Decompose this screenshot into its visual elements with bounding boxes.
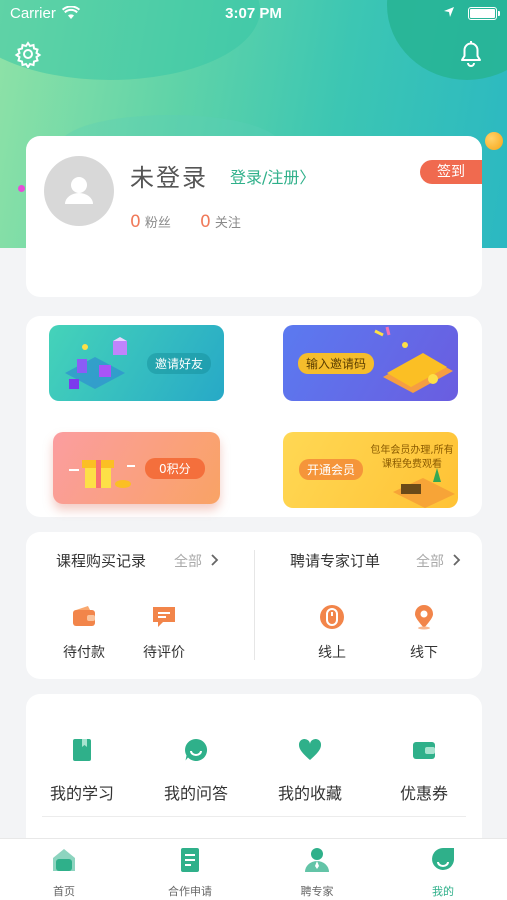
course-view-all-link[interactable]: 全部 bbox=[174, 551, 220, 571]
coupons-label: 优惠券 bbox=[399, 784, 448, 803]
enter-invite-code-banner[interactable]: 输入邀请码 bbox=[283, 325, 458, 401]
online-label: 线上 bbox=[318, 645, 346, 661]
comment-icon bbox=[153, 607, 175, 627]
open-membership-label: 开通会员 bbox=[299, 459, 364, 480]
my-learning-item[interactable]: 我的学习 bbox=[34, 738, 130, 804]
enter-invite-code-label: 输入邀请码 bbox=[298, 353, 375, 374]
login-register-link[interactable]: 登录/注册〉 bbox=[230, 164, 315, 188]
offline-item[interactable]: 线下 bbox=[394, 604, 454, 662]
battery-icon bbox=[468, 7, 500, 20]
fans-stat[interactable]: 0 粉丝 bbox=[130, 212, 171, 232]
document-icon bbox=[181, 848, 199, 872]
invite-friends-label: 邀请好友 bbox=[147, 353, 212, 374]
clock: 3:07 PM bbox=[225, 5, 282, 22]
coupons-item[interactable]: 优惠券 bbox=[376, 738, 472, 804]
username-label: 未登录 bbox=[130, 164, 208, 192]
location-arrow-icon bbox=[444, 7, 454, 17]
my-learning-label: 我的学习 bbox=[49, 784, 114, 803]
my-favorites-item[interactable]: 我的收藏 bbox=[262, 738, 358, 804]
my-features-card: 我的学习 我的问答 我的收藏 优惠券 bbox=[26, 694, 482, 854]
coupon-icon bbox=[413, 742, 435, 759]
online-item[interactable]: 线上 bbox=[302, 604, 362, 662]
offline-label: 线下 bbox=[410, 645, 438, 661]
location-pin-icon bbox=[415, 605, 433, 630]
membership-description: 包年会员办理,所有课程免费观看 bbox=[370, 445, 454, 470]
chat-icon bbox=[185, 738, 208, 761]
course-purchase-title: 课程购买记录 bbox=[56, 552, 147, 570]
pending-review-label: 待评价 bbox=[143, 645, 185, 661]
open-membership-banner[interactable]: 开通会员 包年会员办理,所有课程免费观看 bbox=[283, 432, 458, 508]
pending-payment-item[interactable]: 待付款 bbox=[54, 604, 114, 662]
decorative-dot bbox=[485, 132, 503, 150]
following-count: 0 bbox=[200, 212, 211, 232]
settings-gear-icon[interactable] bbox=[14, 40, 42, 68]
tab-profile[interactable]: 我的 bbox=[398, 847, 488, 899]
fans-label: 粉丝 bbox=[144, 216, 171, 231]
book-icon bbox=[73, 739, 91, 761]
expert-icon bbox=[305, 848, 329, 872]
gift-box-icon bbox=[69, 460, 135, 488]
tab-hire-expert[interactable]: 聘专家 bbox=[272, 847, 362, 899]
my-qa-item[interactable]: 我的问答 bbox=[148, 738, 244, 804]
points-label: 0积分 bbox=[145, 458, 205, 479]
chevron-right-icon bbox=[453, 554, 461, 566]
tab-profile-label: 我的 bbox=[432, 885, 454, 898]
wallet-icon bbox=[73, 606, 95, 626]
home-icon bbox=[53, 849, 75, 871]
heart-icon bbox=[298, 738, 322, 760]
tab-hire-expert-label: 聘专家 bbox=[300, 885, 334, 898]
tab-home[interactable]: 首页 bbox=[19, 847, 109, 899]
profile-icon bbox=[432, 848, 454, 870]
divider bbox=[42, 816, 466, 817]
notification-bell-icon[interactable] bbox=[457, 38, 485, 68]
bottom-tab-bar: 首页 合作申请 聘专家 我的 bbox=[0, 838, 507, 900]
my-qa-label: 我的问答 bbox=[163, 784, 228, 803]
decorative-dot bbox=[18, 185, 25, 192]
expert-orders-title: 聘请专家订单 bbox=[290, 552, 381, 570]
tab-home-label: 首页 bbox=[53, 885, 75, 898]
following-label: 关注 bbox=[214, 216, 241, 231]
fans-count: 0 bbox=[130, 212, 141, 232]
profile-card: 未登录 登录/注册〉 0 粉丝 0 关注 签到 bbox=[26, 136, 482, 297]
course-view-all-label: 全部 bbox=[174, 554, 202, 570]
invite-friends-banner[interactable]: 邀请好友 bbox=[49, 325, 224, 401]
points-banner[interactable]: 0积分 bbox=[53, 432, 220, 504]
tab-cooperation-label: 合作申请 bbox=[168, 885, 212, 898]
pending-payment-label: 待付款 bbox=[63, 645, 105, 661]
checkin-button[interactable]: 签到 bbox=[420, 160, 482, 184]
divider bbox=[254, 550, 255, 660]
pending-review-item[interactable]: 待评价 bbox=[134, 604, 194, 662]
promo-banners: 邀请好友 输入邀请码 0积分 开通会员 包年会员办理,所有课程免费观看 bbox=[26, 316, 482, 517]
tab-cooperation[interactable]: 合作申请 bbox=[145, 847, 235, 899]
expert-view-all-link[interactable]: 全部 bbox=[416, 551, 462, 571]
my-favorites-label: 我的收藏 bbox=[277, 784, 342, 803]
following-stat[interactable]: 0 关注 bbox=[200, 212, 241, 232]
expert-view-all-label: 全部 bbox=[416, 554, 444, 570]
orders-card: 课程购买记录 全部 聘请专家订单 全部 待付款 待评价 线上 线下 bbox=[26, 532, 482, 679]
avatar[interactable] bbox=[44, 156, 114, 226]
mouse-icon bbox=[320, 605, 344, 629]
status-bar: Carrier 3:07 PM bbox=[0, 0, 507, 28]
default-user-icon bbox=[65, 177, 93, 204]
chevron-right-icon bbox=[211, 554, 219, 566]
isometric-city-illustration bbox=[65, 337, 127, 389]
